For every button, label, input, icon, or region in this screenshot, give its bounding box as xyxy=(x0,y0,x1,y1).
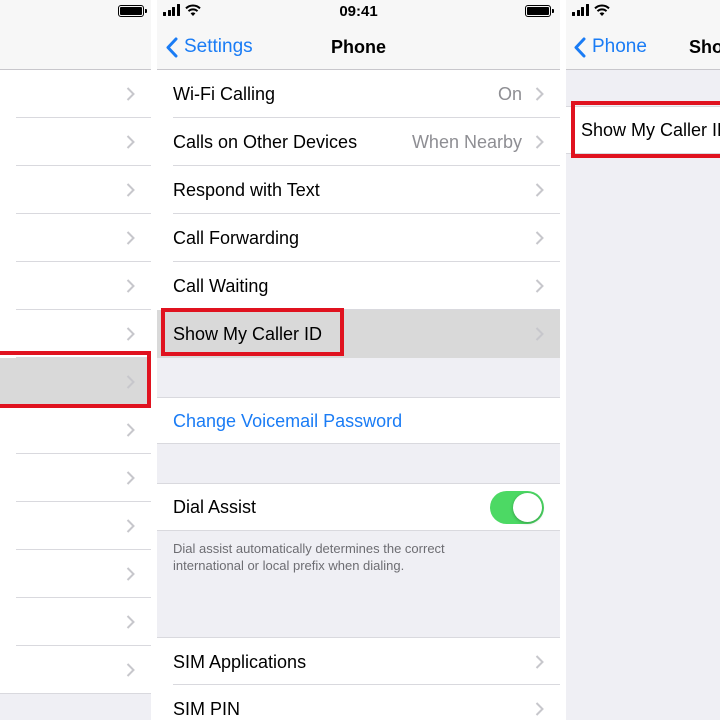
chevron-right-icon xyxy=(535,87,544,101)
chevron-right-icon xyxy=(535,135,544,149)
status-bar xyxy=(0,0,151,24)
list-item[interactable] xyxy=(0,502,151,550)
row-detail: When Nearby xyxy=(411,132,522,152)
call-forwarding-row[interactable]: Call Forwarding xyxy=(157,214,560,262)
row-label: Show My Caller ID xyxy=(581,120,720,140)
nav-bar: Settings Phone xyxy=(157,24,560,70)
list-item[interactable] xyxy=(0,310,151,358)
wifi-icon xyxy=(594,4,610,16)
chevron-right-icon xyxy=(535,702,544,716)
chevron-right-icon xyxy=(535,279,544,293)
call-waiting-row[interactable]: Call Waiting xyxy=(157,262,560,310)
phone-settings-panel: 09:41 Settings Phone Wi-Fi Calling On Ca… xyxy=(157,0,560,720)
sim-applications-row[interactable]: SIM Applications xyxy=(157,637,560,685)
chevron-right-icon xyxy=(126,567,135,581)
left-settings-panel xyxy=(0,0,151,720)
list-item-highlighted[interactable] xyxy=(0,358,151,406)
status-bar xyxy=(566,0,720,24)
status-bar: 09:41 xyxy=(157,0,560,24)
dial-assist-footnote: Dial assist automatically determines the… xyxy=(173,540,544,574)
caller-id-panel: Phone Sho Show My Caller ID xyxy=(566,0,720,720)
row-label: Call Waiting xyxy=(173,276,269,296)
row-label: Change Voicemail Password xyxy=(173,411,403,431)
battery-icon xyxy=(525,5,554,17)
row-detail: On xyxy=(497,84,522,104)
show-caller-id-row: Show My Caller ID xyxy=(566,106,720,154)
chevron-right-icon xyxy=(126,231,135,245)
calls-other-devices-row[interactable]: Calls on Other Devices When Nearby xyxy=(157,118,560,166)
show-caller-id-row[interactable]: Show My Caller ID xyxy=(157,310,560,358)
list-item[interactable] xyxy=(0,118,151,166)
change-voicemail-password-link[interactable]: Change Voicemail Password xyxy=(157,397,560,444)
chevron-right-icon xyxy=(126,663,135,677)
row-label: Show My Caller ID xyxy=(173,324,323,344)
list-item[interactable] xyxy=(0,598,151,646)
chevron-right-icon xyxy=(126,375,135,389)
row-label: Call Forwarding xyxy=(173,228,300,248)
row-label: Wi-Fi Calling xyxy=(173,84,276,104)
list-item[interactable] xyxy=(0,550,151,598)
chevron-right-icon xyxy=(535,183,544,197)
row-label: Respond with Text xyxy=(173,180,320,200)
chevron-right-icon xyxy=(126,87,135,101)
chevron-right-icon xyxy=(535,231,544,245)
row-label: Dial Assist xyxy=(173,497,257,517)
sim-pin-row[interactable]: SIM PIN xyxy=(157,685,560,720)
page-title: Phone xyxy=(330,37,386,57)
nav-bar: Phone Sho xyxy=(566,24,720,70)
row-label: SIM PIN xyxy=(173,699,241,719)
chevron-right-icon xyxy=(126,135,135,149)
battery-icon xyxy=(118,5,147,17)
chevron-right-icon xyxy=(126,615,135,629)
chevron-right-icon xyxy=(126,183,135,197)
status-time: 09:41 xyxy=(339,3,378,20)
row-label: SIM Applications xyxy=(173,652,307,672)
chevron-right-icon xyxy=(126,519,135,533)
chevron-right-icon xyxy=(126,471,135,485)
chevron-right-icon xyxy=(126,423,135,437)
list-item[interactable] xyxy=(0,262,151,310)
chevron-right-icon xyxy=(126,279,135,293)
chevron-right-icon xyxy=(535,327,544,341)
signal-icon xyxy=(572,4,589,16)
page-title: Sho xyxy=(689,37,720,57)
list-item[interactable] xyxy=(0,406,151,454)
chevron-right-icon xyxy=(126,327,135,341)
footnote-line: international or local prefix when diali… xyxy=(173,558,405,573)
list-item[interactable] xyxy=(0,70,151,118)
dial-assist-row: Dial Assist xyxy=(157,483,560,531)
chevron-left-icon xyxy=(574,37,586,57)
chevron-right-icon xyxy=(535,655,544,669)
nav-bar xyxy=(0,24,151,70)
wifi-calling-row[interactable]: Wi-Fi Calling On xyxy=(157,70,560,118)
list-item[interactable] xyxy=(0,646,151,694)
row-label: Calls on Other Devices xyxy=(173,132,358,152)
respond-with-text-row[interactable]: Respond with Text xyxy=(157,166,560,214)
back-label: Phone xyxy=(592,36,647,57)
list-item[interactable] xyxy=(0,454,151,502)
list-item[interactable] xyxy=(0,166,151,214)
list-item[interactable] xyxy=(0,214,151,262)
footnote-line: Dial assist automatically determines the… xyxy=(173,541,445,556)
dial-assist-toggle[interactable] xyxy=(490,491,544,524)
back-button[interactable]: Phone xyxy=(574,24,647,70)
